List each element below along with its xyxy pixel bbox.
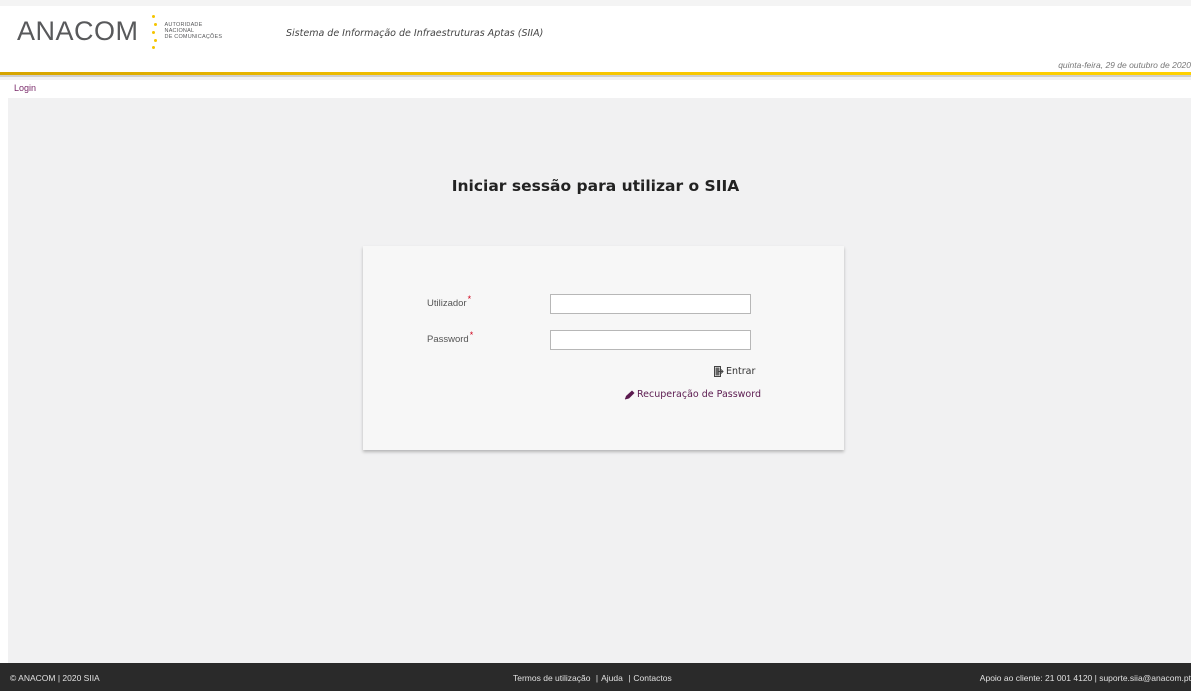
logo-text: ANACOM: [17, 15, 139, 46]
system-title: Sistema de Informação de Infraestruturas…: [286, 28, 544, 39]
logo-dots-icon: [149, 14, 159, 49]
login-door-icon: [714, 366, 724, 377]
footer-separator: |: [628, 673, 631, 683]
page: ANACOM AUTORIDADE NACIONAL DE COMUNICAÇÕ…: [0, 0, 1191, 691]
breadcrumb-login-link[interactable]: Login: [14, 83, 36, 93]
password-input[interactable]: [550, 330, 751, 350]
footer-contacts-link[interactable]: Contactos: [633, 673, 671, 683]
password-field-label: Password*: [427, 330, 473, 345]
password-recovery-link[interactable]: Recuperação de Password: [624, 389, 761, 400]
user-field-label: Utilizador*: [427, 294, 471, 309]
footer-help-link[interactable]: Ajuda: [601, 673, 623, 683]
required-mark: *: [469, 330, 474, 340]
password-recovery-label: Recuperação de Password: [637, 389, 762, 400]
breadcrumb: [0, 80, 1191, 98]
footer: © ANACOM | 2020 SIIA Termos de utilizaçã…: [0, 663, 1191, 691]
footer-terms-link[interactable]: Termos de utilização: [513, 673, 590, 683]
page-title: Iniciar sessão para utilizar o SIIA: [451, 177, 740, 195]
required-mark: *: [467, 294, 472, 304]
pencil-icon: [624, 390, 635, 400]
password-label-text: Password: [427, 334, 469, 345]
footer-copyright: © ANACOM | 2020 SIIA: [10, 673, 100, 683]
footer-links: Termos de utilização | Ajuda | Contactos: [513, 673, 672, 683]
footer-support: Apoio ao cliente: 21 001 4120 | suporte.…: [979, 673, 1191, 683]
footer-separator: |: [595, 673, 599, 683]
header: ANACOM AUTORIDADE NACIONAL DE COMUNICAÇÕ…: [0, 0, 1191, 72]
login-button-label: Entrar: [726, 366, 756, 377]
anacom-logo[interactable]: ANACOM AUTORIDADE NACIONAL DE COMUNICAÇÕ…: [17, 14, 223, 49]
top-strip: [0, 0, 1191, 6]
user-input[interactable]: [550, 294, 751, 314]
header-date: quinta-feira, 29 de outubro de 2020: [1058, 60, 1191, 70]
user-label-text: Utilizador: [427, 298, 467, 309]
login-button[interactable]: Entrar: [714, 366, 755, 377]
logo-sub-line: DE COMUNICAÇÕES: [164, 34, 223, 40]
header-divider: [0, 75, 1191, 77]
logo-subtitle: AUTORIDADE NACIONAL DE COMUNICAÇÕES: [165, 22, 223, 40]
